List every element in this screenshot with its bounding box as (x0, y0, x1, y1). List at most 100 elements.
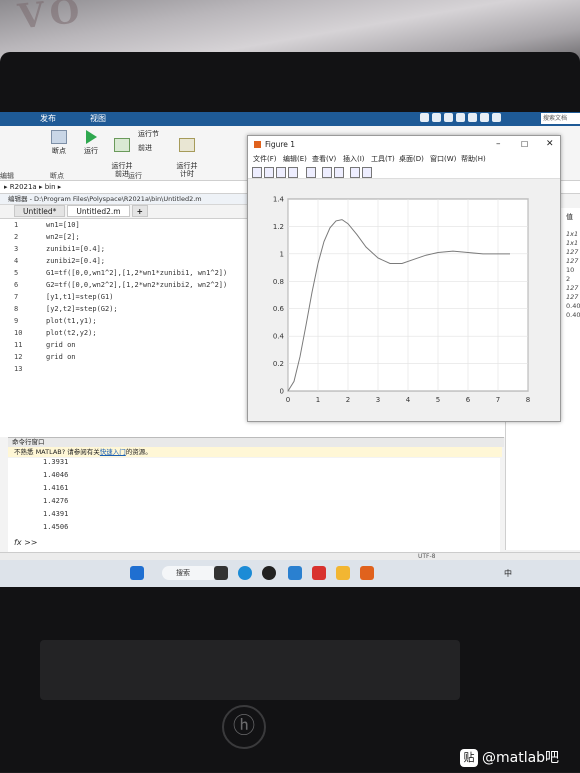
line-text: zunibi2=[0.4]; (46, 257, 106, 265)
line-text: grid on (46, 341, 76, 349)
line-text: plot(t1,y1); (46, 317, 97, 325)
workspace-value: 10 (566, 266, 575, 274)
open-icon[interactable] (264, 167, 274, 178)
colorbar-icon[interactable] (322, 167, 332, 178)
advance-label: 前进 (138, 144, 152, 152)
matlab-figure-icon (254, 141, 261, 148)
path-part-release[interactable]: R2021a (10, 183, 37, 191)
command-prompt[interactable]: fx >> (14, 538, 38, 547)
line-text: wn2=[2]; (46, 233, 80, 241)
dell-icon[interactable] (262, 566, 276, 580)
tab-untitled[interactable]: Untitled* (14, 205, 66, 217)
app-icon[interactable] (288, 566, 302, 580)
x-tick-label: 1 (316, 396, 320, 404)
breakpoint-button[interactable]: 断点 (48, 130, 70, 156)
property-icon[interactable] (362, 167, 372, 178)
command-window[interactable]: 1.3931 1.4046 1.4161 1.4276 1.4391 1.450… (8, 458, 500, 558)
redo-icon[interactable] (480, 113, 489, 122)
line-number: 8 (14, 305, 19, 313)
file-explorer-icon[interactable] (336, 566, 350, 580)
menu-window[interactable]: 窗口(W) (430, 153, 456, 165)
x-tick-label: 4 (406, 396, 411, 404)
line-number: 10 (14, 329, 23, 337)
menu-desktop[interactable]: 桌面(D) (399, 153, 424, 165)
wps-icon[interactable] (312, 566, 326, 580)
help-icon[interactable] (492, 113, 501, 122)
tieba-watermark: 贴 @matlab吧 (460, 747, 559, 767)
line-text: plot(t2,y2); (46, 329, 97, 337)
run-section-button[interactable]: 运行节 (138, 129, 172, 139)
copy-icon[interactable] (444, 113, 453, 122)
menu-insert[interactable]: 插入(I) (343, 153, 365, 165)
line-number: 13 (14, 365, 23, 373)
menu-edit[interactable]: 编辑(E) (283, 153, 307, 165)
run-icon (85, 130, 97, 144)
stopwatch-icon (179, 138, 195, 152)
new-tab-button[interactable]: + (131, 205, 148, 217)
x-tick-label: 6 (466, 396, 471, 404)
line-text: [y2,t2]=step(G2); (46, 305, 118, 313)
workspace-value: 2 (566, 275, 571, 283)
line-number: 4 (14, 257, 19, 265)
workspace-value: 127 (566, 293, 579, 301)
figure-window[interactable]: Figure 1 – ☐ ✕ 文件(F) 编辑(E) 查看(V) 插入(I) 工… (247, 135, 561, 422)
workspace-value: 0.400 (566, 311, 580, 319)
figure-toolbar (248, 165, 560, 179)
line-number: 6 (14, 281, 19, 289)
line-number: 5 (14, 269, 19, 277)
new-figure-icon[interactable] (252, 167, 262, 178)
line-number: 11 (14, 341, 23, 349)
notice-text: 不熟悉 MATLAB? 请参阅有关 (14, 448, 100, 456)
group-label-breakpoints: 断点 (50, 172, 64, 180)
menu-view[interactable]: 查看(V) (312, 153, 336, 165)
group-label-run: 运行 (128, 172, 142, 180)
maximize-icon[interactable]: ☐ (521, 136, 528, 153)
run-advance-icon (114, 138, 130, 152)
figure-title-bar: Figure 1 – ☐ ✕ (248, 136, 560, 153)
y-tick-label: 0.6 (273, 305, 285, 313)
link-plot-icon[interactable] (306, 167, 316, 178)
advance-button[interactable]: 前进 (138, 143, 172, 153)
run-and-time-button[interactable]: 运行并 计时 (174, 130, 200, 178)
quick-start-link[interactable]: 快速入门 (100, 448, 126, 456)
tray-ime[interactable]: 中 (504, 568, 512, 579)
tab-publish[interactable]: 发布 (40, 113, 56, 124)
tab-view[interactable]: 视图 (90, 113, 106, 124)
menu-file[interactable]: 文件(F) (253, 153, 277, 165)
path-part-bin[interactable]: bin (45, 183, 56, 191)
line-number: 12 (14, 353, 23, 361)
pointer-icon[interactable] (350, 167, 360, 178)
close-icon[interactable]: ✕ (546, 136, 554, 153)
run-button[interactable]: 运行 (80, 130, 102, 156)
edge-icon[interactable] (238, 566, 252, 580)
menu-tools[interactable]: 工具(T) (371, 153, 395, 165)
figure-canvas: 0 1 2 3 4 5 6 7 8 0 0.2 0.4 0.6 0.8 1 1.2 1.4 (248, 179, 560, 421)
paste-icon[interactable] (456, 113, 465, 122)
figure-title: Figure 1 (265, 140, 296, 149)
line-number: 1 (14, 221, 19, 229)
minimize-icon[interactable]: – (496, 136, 501, 153)
menu-help[interactable]: 帮助(H) (461, 153, 486, 165)
cut-icon[interactable] (432, 113, 441, 122)
line-text: zunibi1=[0.4]; (46, 245, 106, 253)
output-line: 1.3931 (43, 458, 69, 466)
undo-icon[interactable] (468, 113, 477, 122)
breakpoint-icon (51, 130, 67, 144)
search-documentation-input[interactable]: 搜索文档 (541, 113, 580, 124)
task-view-icon[interactable] (214, 566, 228, 580)
workspace-value: 127 (566, 248, 579, 256)
breakpoint-label: 断点 (52, 147, 66, 155)
save-icon[interactable] (420, 113, 429, 122)
legend-icon[interactable] (334, 167, 344, 178)
output-line: 1.4391 (43, 510, 69, 518)
tab-untitled2[interactable]: Untitled2.m (67, 205, 130, 217)
workspace-value: 127 (566, 257, 579, 265)
workspace-value: 1x1 (566, 230, 579, 238)
taskbar-search[interactable]: 搜索 (162, 566, 218, 580)
print-icon[interactable] (288, 167, 298, 178)
line-text: wn1=[10] (46, 221, 80, 229)
save-figure-icon[interactable] (276, 167, 286, 178)
matlab-icon[interactable] (360, 566, 374, 580)
getting-started-notice: 不熟悉 MATLAB? 请参阅有关快速入门的资源。 (8, 447, 502, 457)
start-icon[interactable] (130, 566, 144, 580)
